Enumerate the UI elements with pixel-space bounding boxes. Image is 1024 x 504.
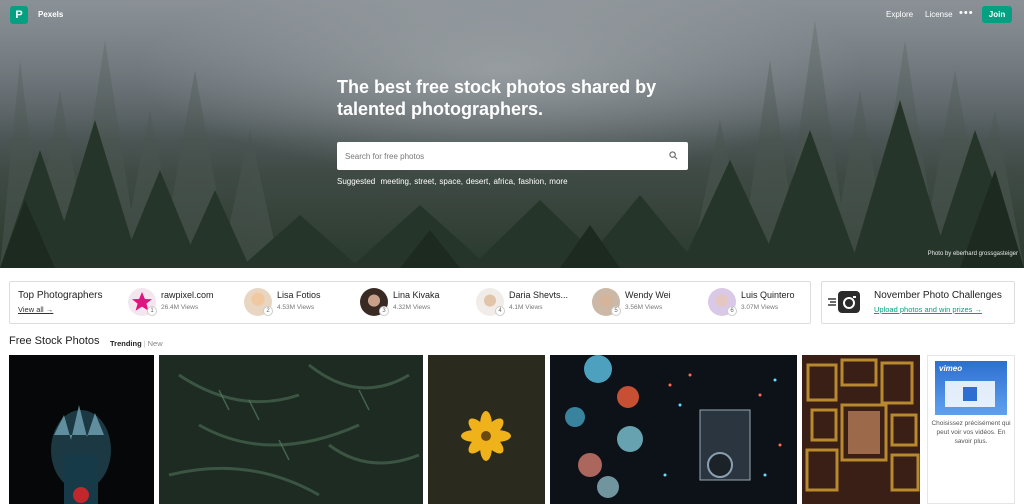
pexels-logo-icon[interactable]: P	[10, 6, 28, 24]
rank-badge: 1	[147, 306, 157, 316]
feed-tabs: Trending | New	[110, 339, 163, 348]
picture-frames-wall-image	[805, 358, 920, 492]
suggestion-link[interactable]: meeting,	[381, 177, 412, 186]
photographer-views: 4.32M Views	[393, 304, 431, 311]
photographer-name[interactable]: rawpixel.com	[161, 290, 214, 300]
photographer-views: 26.4M Views	[161, 304, 199, 311]
photo-tile[interactable]	[9, 355, 154, 504]
photo-tile[interactable]	[159, 355, 423, 504]
yellow-flower-image	[461, 411, 511, 461]
suggestion-link[interactable]: space,	[439, 177, 463, 186]
photo-tile[interactable]	[802, 355, 920, 504]
tab-new[interactable]: New	[148, 339, 163, 348]
fern-leaves-image	[168, 363, 420, 497]
rank-badge: 3	[379, 306, 389, 316]
camera-icon	[838, 291, 860, 313]
search-icon[interactable]	[669, 151, 678, 160]
photographer-views: 3.07M Views	[741, 304, 779, 311]
photographer-views: 4.53M Views	[277, 304, 315, 311]
photo-tile[interactable]	[428, 355, 545, 504]
suggestion-link[interactable]: africa,	[493, 177, 515, 186]
tab-separator: |	[143, 339, 146, 348]
top-photographers-title: Top Photographers	[18, 290, 103, 301]
suggestion-link[interactable]: desert,	[466, 177, 490, 186]
photographer-views: 4.1M Views	[509, 304, 543, 311]
suggestion-more-link[interactable]: more	[549, 177, 567, 186]
photo-tile[interactable]	[550, 355, 797, 504]
feed-title: Free Stock Photos	[9, 335, 100, 347]
rank-badge: 2	[263, 306, 273, 316]
photographer-name[interactable]: Lina Kivaka	[393, 290, 440, 300]
forest-background	[0, 0, 1024, 268]
top-navbar: P Pexels Explore License ••• Join	[0, 0, 1024, 30]
water-splash-image	[51, 405, 111, 504]
photographer-views: 3.56M Views	[625, 304, 663, 311]
more-menu-icon[interactable]: •••	[959, 7, 974, 19]
search-box[interactable]	[337, 142, 688, 170]
photo-credit[interactable]: Photo by eberhard grossgasteiger	[928, 251, 1018, 257]
brand-name[interactable]: Pexels	[38, 10, 63, 19]
search-input[interactable]	[345, 148, 655, 164]
rank-badge: 5	[611, 306, 621, 316]
join-button[interactable]: Join	[982, 6, 1012, 23]
suggestion-link[interactable]: street,	[414, 177, 436, 186]
photographer-name[interactable]: Wendy Wei	[625, 290, 671, 300]
speed-lines-icon	[828, 298, 836, 306]
nav-license[interactable]: License	[925, 10, 953, 19]
vintage-camera-lights-image	[565, 355, 782, 498]
photographer-name[interactable]: Lisa Fotios	[277, 290, 321, 300]
photographer-name[interactable]: Daria Shevts...	[509, 290, 568, 300]
view-all-link[interactable]: View all →	[18, 305, 53, 314]
rank-badge: 4	[495, 306, 505, 316]
ad-text: Choisissez précisément qui peut voir vos…	[931, 420, 1011, 445]
ad-graphic	[945, 381, 995, 407]
rank-badge: 6	[727, 306, 737, 316]
challenges-title: November Photo Challenges	[874, 290, 1002, 301]
suggested-searches: Suggested meeting, street, space, desert, af…	[337, 177, 571, 186]
nav-explore[interactable]: Explore	[886, 10, 913, 19]
suggested-label: Suggested	[337, 177, 376, 186]
photographer-name[interactable]: Luis Quintero	[741, 290, 795, 300]
tab-trending[interactable]: Trending	[110, 339, 142, 348]
challenges-link[interactable]: Upload photos and win prizes →	[874, 305, 982, 314]
suggestion-link[interactable]: fashion,	[518, 177, 546, 186]
hero-headline: The best free stock photos shared by tal…	[337, 77, 657, 119]
hero-banner: P Pexels Explore License ••• Join The be…	[0, 0, 1024, 268]
ad-image[interactable]: vimeo	[935, 361, 1007, 415]
